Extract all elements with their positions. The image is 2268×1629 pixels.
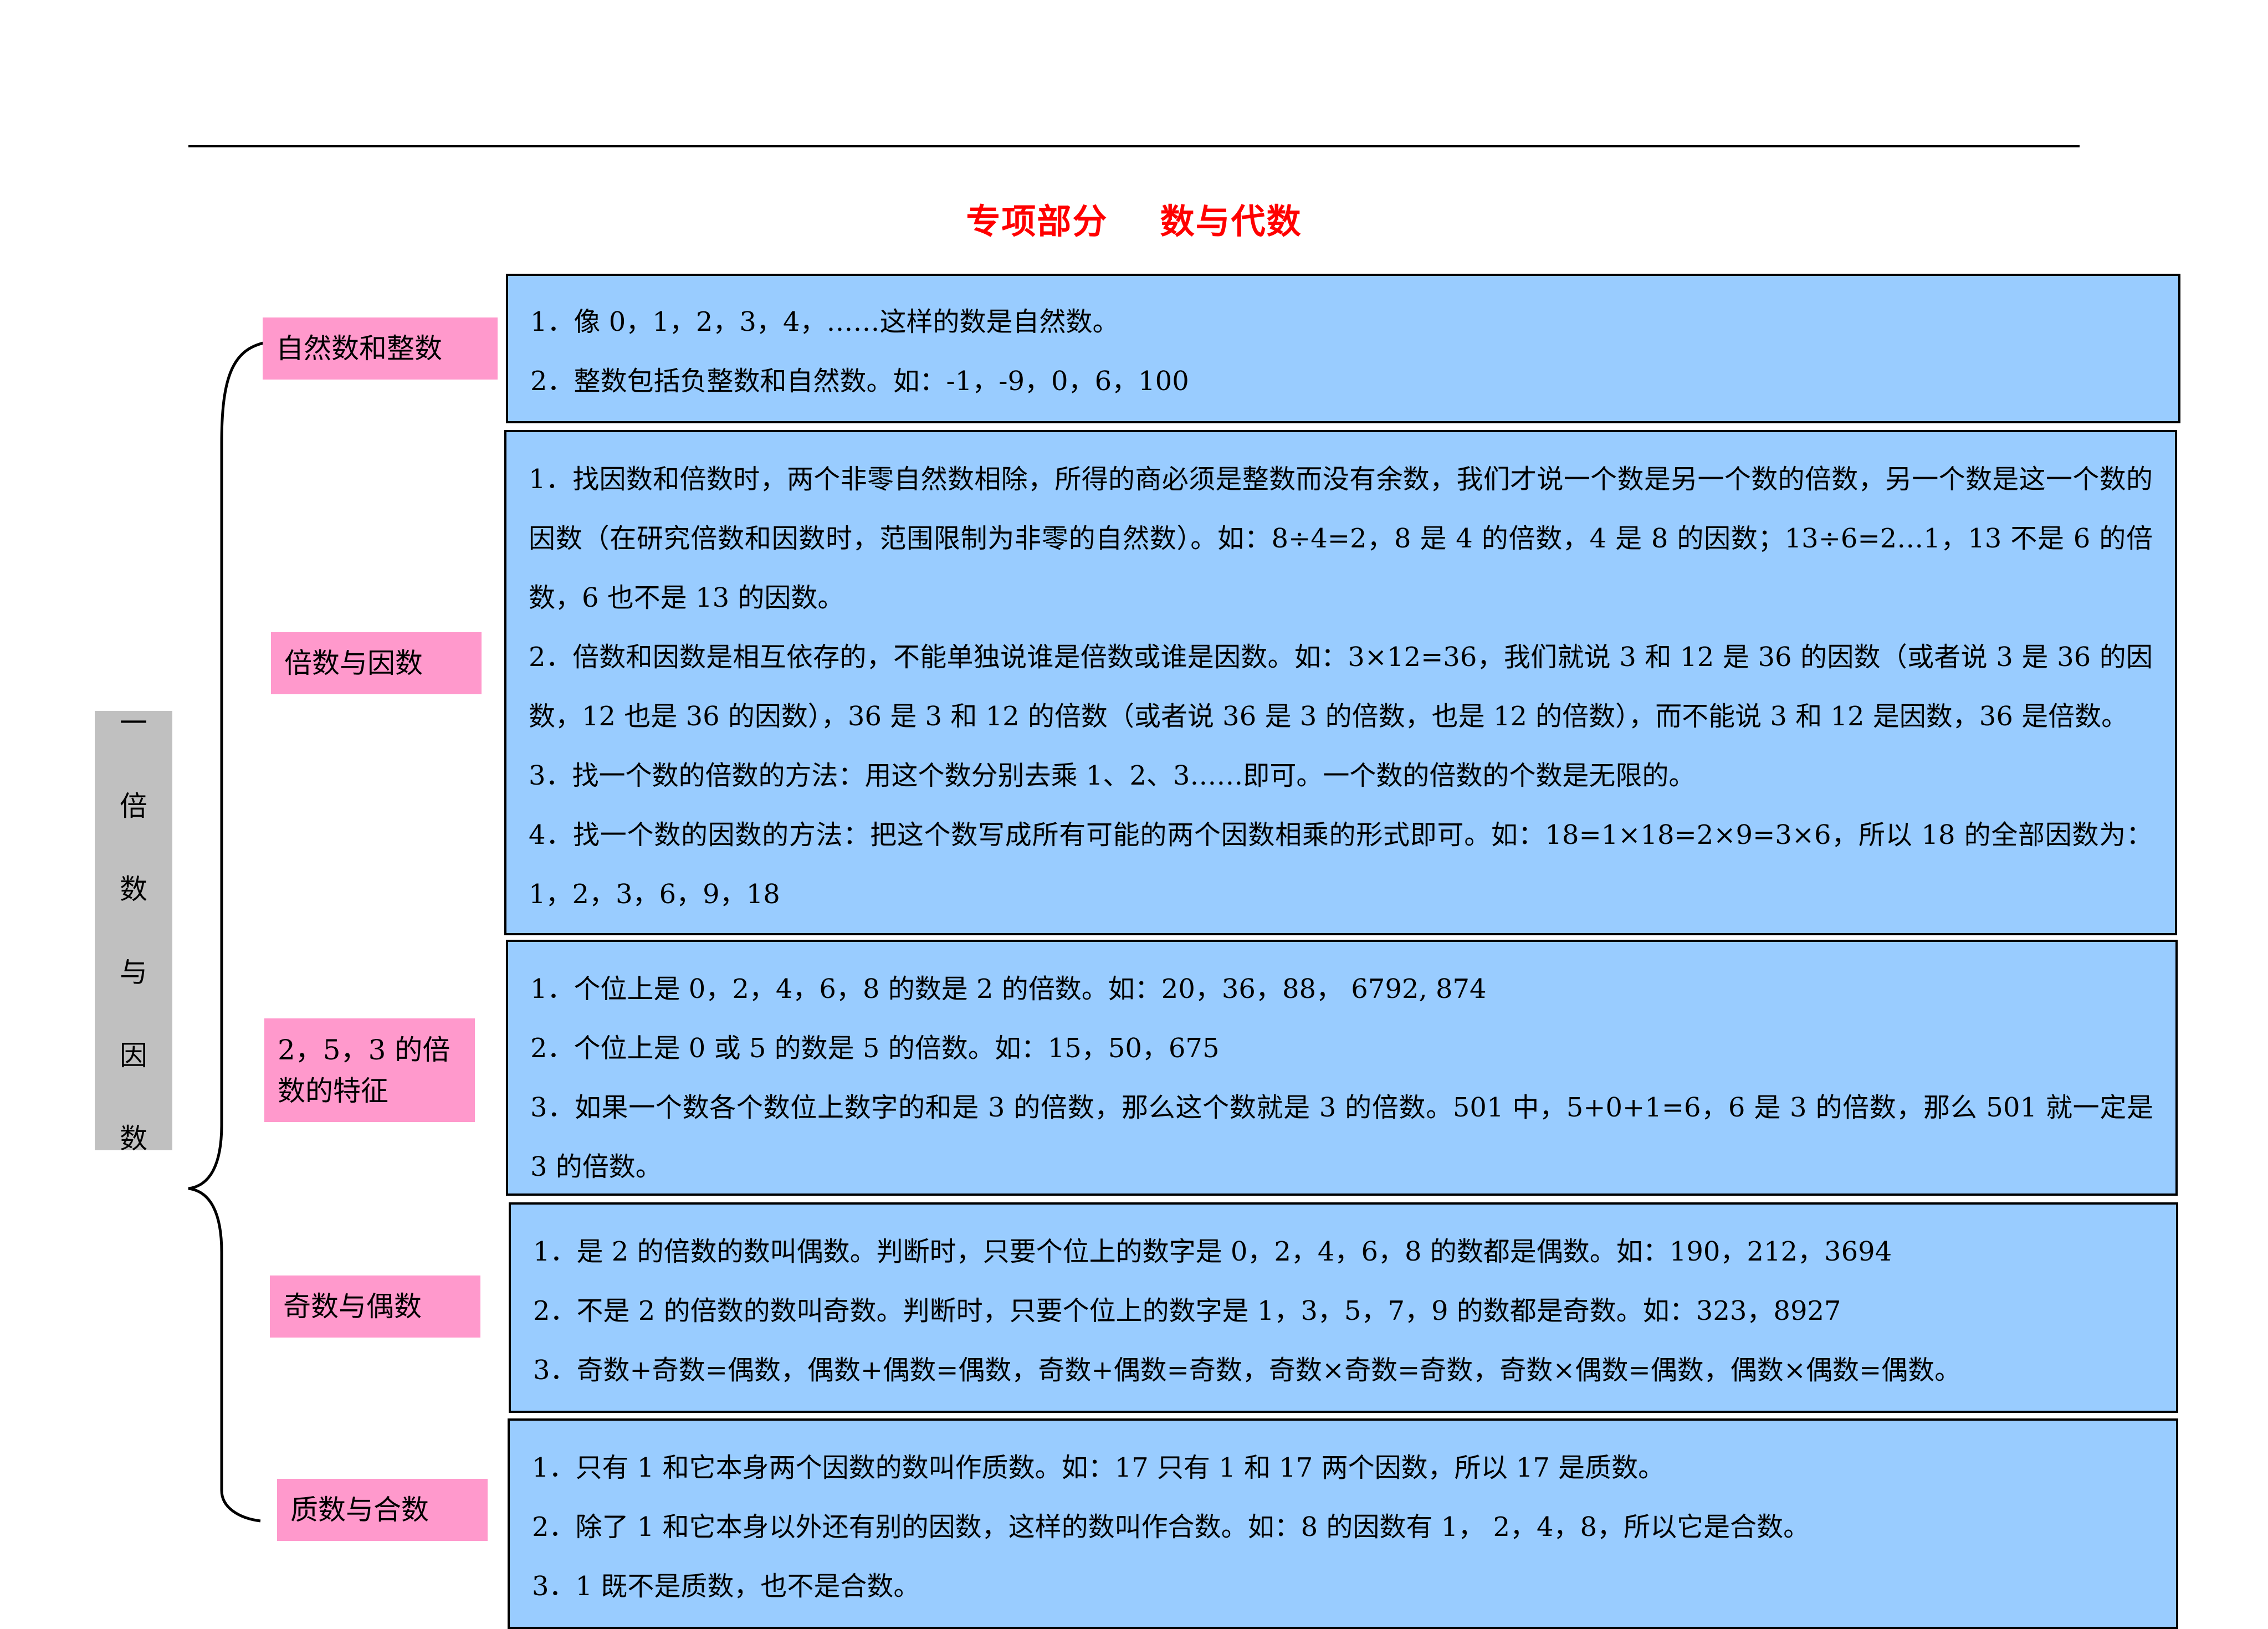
content-line: 1．找因数和倍数时，两个非零自然数相除，所得的商必须是整数而没有余数，我们才说一… (529, 464, 2153, 613)
content-box-natural-numbers: 1．像 0，1，2，3，4，……这样的数是自然数。 2．整数包括负整数和自然数。… (506, 274, 2180, 423)
category-label-multiples-factors: 倍数与因数 (271, 632, 482, 694)
curly-brace (188, 341, 267, 1523)
root-char: 数 (120, 1122, 147, 1155)
content-line: 1．只有 1 和它本身两个因数的数叫作质数。如：17 只有 1 和 17 两个因… (532, 1452, 1665, 1483)
content-line: 2．个位上是 0 或 5 的数是 5 的倍数。如：15，50，675 (530, 1033, 1220, 1064)
content-line: 2．整数包括负整数和自然数。如：-1，-9，0，6，100 (530, 366, 1189, 397)
root-char: 与 (120, 956, 147, 988)
category-label-prime-composite: 质数与合数 (277, 1479, 488, 1541)
category-label-natural-numbers: 自然数和整数 (263, 317, 498, 380)
content-line: 3．如果一个数各个数位上数字的和是 3 的倍数，那么这个数就是 3 的倍数。50… (530, 1092, 2153, 1182)
root-char: 一 (120, 706, 147, 739)
content-box-odd-even: 1．是 2 的倍数的数叫偶数。判断时，只要个位上的数字是 0，2，4，6，8 的… (509, 1202, 2178, 1413)
root-char: 倍 (120, 790, 147, 822)
content-line: 4．找一个数的因数的方法：把这个数写成所有可能的两个因数相乘的形式即可。如：18… (529, 819, 2153, 910)
content-line: 2．不是 2 的倍数的数叫奇数。判断时，只要个位上的数字是 1，3，5，7，9 … (533, 1295, 1841, 1326)
root-char: 因 (120, 1039, 147, 1072)
page: 专项部分 数与代数 一 倍 数 与 因 数 自然数和整数 1．像 0，1，2，3… (0, 0, 2268, 1629)
content-line: 3．奇数+奇数=偶数，偶数+偶数=偶数，奇数+偶数=奇数，奇数×奇数=奇数，奇数… (533, 1355, 1962, 1386)
content-line: 2．除了 1 和它本身以外还有别的因数，这样的数叫作合数。如：8 的因数有 1，… (532, 1512, 1810, 1543)
root-char: 数 (120, 873, 147, 905)
header-rule (188, 145, 2080, 147)
content-line: 3．找一个数的倍数的方法：用这个数分别去乘 1、2、3……即可。一个数的倍数的个… (529, 760, 1696, 791)
category-label-odd-even: 奇数与偶数 (270, 1275, 480, 1338)
content-box-divisibility: 1．个位上是 0，2，4，6，8 的数是 2 的倍数。如：20，36，88， 6… (506, 940, 2178, 1196)
content-line: 1．个位上是 0，2，4，6，8 的数是 2 的倍数。如：20，36，88， 6… (530, 974, 1487, 1005)
content-line: 1．是 2 的倍数的数叫偶数。判断时，只要个位上的数字是 0，2，4，6，8 的… (533, 1236, 1892, 1267)
page-title: 专项部分 数与代数 (966, 201, 1302, 242)
brace-path (188, 341, 267, 1523)
content-line: 3．1 既不是质数，也不是合数。 (532, 1571, 920, 1602)
content-line: 2．倍数和因数是相互依存的，不能单独说谁是倍数或谁是因数。如：3×12=36，我… (529, 642, 2153, 732)
content-line: 1．像 0，1，2，3，4，……这样的数是自然数。 (530, 306, 1119, 337)
content-box-multiples-factors: 1．找因数和倍数时，两个非零自然数相除，所得的商必须是整数而没有余数，我们才说一… (504, 430, 2177, 935)
content-box-prime-composite: 1．只有 1 和它本身两个因数的数叫作质数。如：17 只有 1 和 17 两个因… (508, 1418, 2178, 1629)
root-node: 一 倍 数 与 因 数 (95, 707, 172, 1155)
category-label-divisibility: 2，5，3 的倍数的特征 (264, 1018, 475, 1122)
